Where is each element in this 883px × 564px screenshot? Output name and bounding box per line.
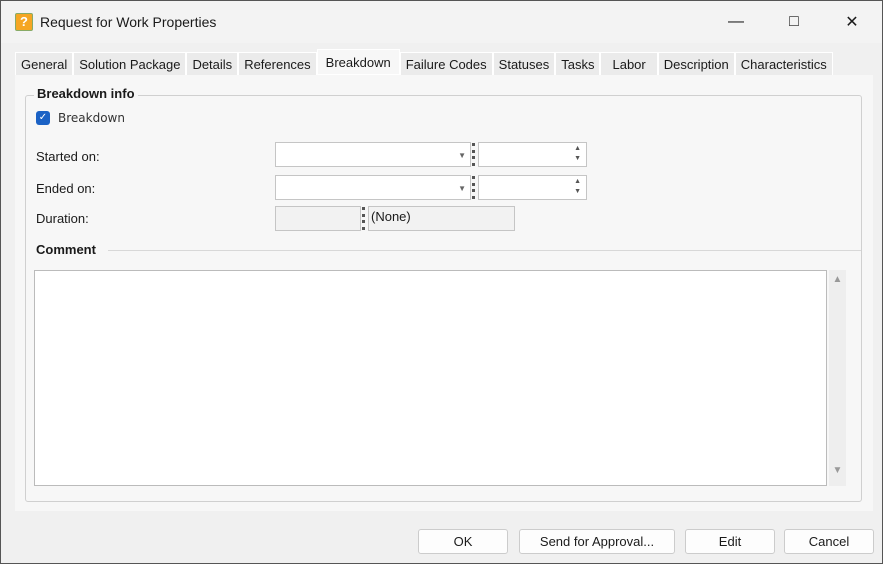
ended-time-spinner[interactable]: ▲ ▼: [478, 175, 587, 200]
started-time-spinner[interactable]: ▲ ▼: [478, 142, 587, 167]
scroll-down-icon[interactable]: ▼: [829, 465, 846, 476]
maximize-button[interactable]: □: [765, 1, 823, 43]
tab-breakdown[interactable]: Breakdown: [316, 49, 400, 75]
divider: [108, 250, 861, 251]
comment-label: Comment: [36, 242, 96, 257]
duration-label: Duration:: [36, 211, 89, 226]
ended-label: Ended on:: [36, 181, 96, 196]
started-date-dropdown[interactable]: ▼: [275, 142, 471, 167]
tab-labor[interactable]: Labor: [600, 52, 658, 76]
tab-bar: General Solution Package Details Referen…: [15, 49, 833, 76]
spinner-arrows-icon[interactable]: ▲ ▼: [574, 144, 581, 164]
title-bar: ? Request for Work Properties — □ ✕: [1, 1, 882, 43]
minimize-button[interactable]: —: [707, 1, 765, 43]
group-title: Breakdown info: [34, 86, 138, 101]
duration-unit: (None): [368, 206, 515, 231]
tab-characteristics[interactable]: Characteristics: [734, 52, 833, 76]
spinner-arrows-icon[interactable]: ▲ ▼: [574, 177, 581, 197]
comment-scrollbar[interactable]: ▲ ▼: [829, 270, 846, 486]
ended-date-dropdown[interactable]: ▼: [275, 175, 471, 200]
splitter-handle[interactable]: [472, 176, 475, 199]
check-icon[interactable]: ✓: [36, 111, 50, 125]
tab-general[interactable]: General: [15, 52, 74, 76]
cancel-button[interactable]: Cancel: [784, 529, 874, 554]
splitter-handle[interactable]: [472, 143, 475, 166]
tab-solution-package[interactable]: Solution Package: [73, 52, 187, 76]
ok-button[interactable]: OK: [418, 529, 508, 554]
properties-window: ? Request for Work Properties — □ ✕ Gene…: [0, 0, 883, 564]
tab-failure-codes[interactable]: Failure Codes: [399, 52, 493, 76]
scroll-up-icon[interactable]: ▲: [829, 274, 846, 285]
started-label: Started on:: [36, 149, 100, 164]
breakdown-panel: Breakdown info ✓ Breakdown Started on: ▼…: [15, 75, 873, 511]
tab-description[interactable]: Description: [657, 52, 735, 76]
breakdown-info-group: Breakdown info ✓ Breakdown Started on: ▼…: [25, 86, 862, 502]
send-for-approval-button[interactable]: Send for Approval...: [519, 529, 675, 554]
splitter-handle[interactable]: [362, 207, 365, 230]
tab-references[interactable]: References: [238, 52, 317, 76]
tab-details[interactable]: Details: [186, 52, 239, 76]
tab-tasks[interactable]: Tasks: [555, 52, 601, 76]
close-button[interactable]: ✕: [823, 1, 881, 43]
window-title: Request for Work Properties: [40, 14, 217, 30]
comment-textarea[interactable]: [34, 270, 827, 486]
tab-statuses[interactable]: Statuses: [492, 52, 556, 76]
app-icon: ?: [15, 13, 33, 31]
chevron-down-icon[interactable]: ▼: [458, 151, 466, 160]
edit-button[interactable]: Edit: [685, 529, 775, 554]
checkbox-label: Breakdown: [58, 111, 125, 125]
chevron-down-icon[interactable]: ▼: [458, 184, 466, 193]
breakdown-checkbox[interactable]: ✓ Breakdown: [36, 111, 125, 125]
duration-value: [275, 206, 361, 231]
